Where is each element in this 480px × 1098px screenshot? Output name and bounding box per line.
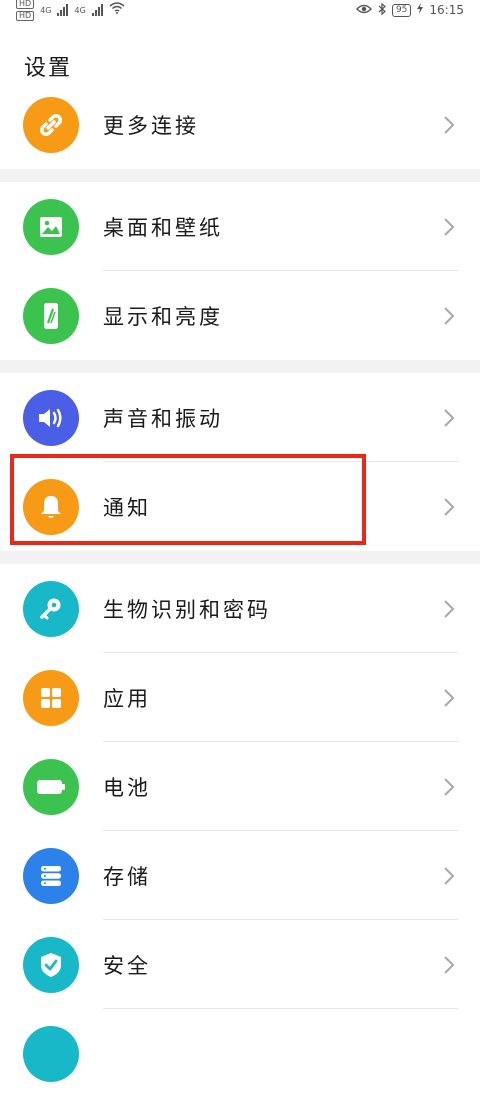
status-left: HD HD 4G 4G [16,0,125,21]
settings-item-label: 声音和振动 [103,406,223,431]
chevron-right-icon [444,497,455,516]
settings-item-security[interactable]: 安全 [0,920,480,1009]
chevron-right-icon [444,866,455,885]
settings-item-label: 电池 [103,775,151,800]
status-right: 95 16:15 [356,2,464,18]
section-gap [0,169,480,182]
apps-grid-icon [23,669,79,726]
status-bar: HD HD 4G 4G 95 16:15 [0,0,480,21]
hd-badges: HD HD [16,0,35,21]
settings-group-connectivity: 更多连接 [0,80,480,169]
settings-item-label: 安全 [103,953,151,978]
phone-brightness-icon [23,287,79,344]
chevron-right-icon [444,217,455,236]
page-title: 设置 [24,56,73,81]
partial-item-icon [23,1025,79,1082]
bluetooth-icon [378,2,386,18]
speaker-icon [23,389,79,446]
signal-type-2: 4G [74,5,86,15]
settings-group-system: 生物识别和密码 应用 电池 存储 安全 [0,564,480,1098]
eye-icon [356,3,372,17]
battery-level: 95 [391,3,412,17]
bell-icon [23,478,79,535]
chevron-right-icon [444,955,455,974]
settings-item-label: 桌面和壁纸 [103,215,223,240]
settings-item-biometrics-password[interactable]: 生物识别和密码 [0,564,480,653]
settings-item-label: 显示和亮度 [103,304,223,329]
settings-list: 更多连接 桌面和壁纸 显示和亮度 声音和振动 通知 生物识别和密码 应用 电池 … [0,80,480,1098]
chevron-right-icon [444,306,455,325]
chevron-right-icon [444,408,455,427]
signal-bars-1-icon [57,4,69,16]
settings-item-label: 生物识别和密码 [103,597,271,622]
shield-check-icon [23,936,79,993]
signal-bars-2-icon [91,4,103,16]
settings-item-sound-vibration[interactable]: 声音和振动 [0,373,480,462]
section-gap [0,360,480,373]
settings-item-apps[interactable]: 应用 [0,653,480,742]
hd-badge-1: HD [16,0,35,9]
settings-group-sound: 声音和振动 通知 [0,373,480,551]
settings-item-next-partial[interactable] [0,1009,480,1098]
chevron-right-icon [444,599,455,618]
settings-item-storage[interactable]: 存储 [0,831,480,920]
settings-item-display-brightness[interactable]: 显示和亮度 [0,271,480,360]
chevron-right-icon [444,688,455,707]
link-icon [23,96,79,153]
settings-item-more-connections[interactable]: 更多连接 [0,80,480,169]
battery-icon [23,758,79,815]
settings-item-label: 存储 [103,864,151,889]
settings-item-label: 应用 [103,686,151,711]
section-gap [0,551,480,564]
storage-icon [23,847,79,904]
settings-item-label: 更多连接 [103,113,199,138]
settings-item-wallpaper[interactable]: 桌面和壁纸 [0,182,480,271]
wifi-icon [109,2,125,18]
settings-group-display: 桌面和壁纸 显示和亮度 [0,182,480,360]
chevron-right-icon [444,115,455,134]
settings-item-notifications[interactable]: 通知 [0,462,480,551]
key-icon [23,580,79,637]
hd-badge-2: HD [16,11,35,21]
clock-time: 16:15 [429,3,464,17]
settings-item-battery[interactable]: 电池 [0,742,480,831]
signal-type-1: 4G [40,5,52,15]
charging-icon [417,3,424,17]
chevron-right-icon [444,777,455,796]
settings-item-label: 通知 [103,495,151,520]
image-icon [23,198,79,255]
